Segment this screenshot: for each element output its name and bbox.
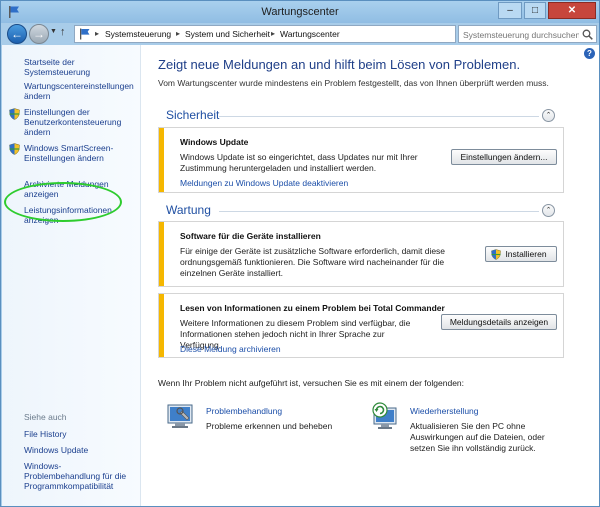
card-total-commander-problem: Lesen von Informationen zu einem Problem…	[158, 293, 564, 358]
install-button-label: Installieren	[505, 249, 547, 259]
sidebar-item-compatibility-troubleshooter[interactable]: Windows-Problembehandlung für die Progra…	[24, 461, 136, 491]
section-maintenance-heading[interactable]: Wartung	[166, 203, 211, 217]
search-box	[458, 25, 597, 43]
forward-arrow-icon[interactable]: →	[29, 24, 49, 44]
uac-shield-icon	[9, 108, 20, 120]
collapse-maintenance-chevron-icon[interactable]: ⌃	[542, 204, 555, 217]
footer-hint: Wenn Ihr Problem nicht aufgeführt ist, v…	[158, 378, 465, 388]
navigation-bar: ← → ▼ ↑ ▸ Systemsteuerung ▸ System und S…	[1, 23, 599, 45]
sidebar-item-smartscreen-settings[interactable]: Windows SmartScreen-Einstellungen ändern	[24, 143, 136, 163]
see-also-heading: Siehe auch	[24, 412, 67, 422]
control-panel-flag-icon	[80, 28, 90, 40]
install-button[interactable]: Installieren	[485, 246, 557, 262]
page-subtitle: Vom Wartungscenter wurde mindestens ein …	[158, 78, 549, 88]
recovery-description: Aktualisieren Sie den PC ohne Auswirkung…	[410, 421, 545, 453]
sidebar-item-windows-update[interactable]: Windows Update	[24, 445, 136, 455]
sidebar-home-link[interactable]: Startseite der Systemsteuerung	[24, 57, 136, 77]
recovery-link[interactable]: Wiederherstellung	[410, 406, 479, 416]
search-icon[interactable]	[582, 29, 593, 40]
section-security-heading[interactable]: Sicherheit	[166, 108, 219, 122]
warning-bar	[159, 294, 164, 357]
sidebar: Startseite der Systemsteuerung Wartungsc…	[2, 45, 141, 506]
highlight-ring	[4, 182, 122, 222]
sidebar-item-uac-settings[interactable]: Einstellungen der Benutzerkontensteuerun…	[24, 107, 136, 137]
search-input[interactable]	[461, 28, 579, 41]
uac-shield-icon	[491, 249, 501, 260]
troubleshooting-description: Probleme erkennen und beheben	[206, 421, 333, 431]
close-button[interactable]: ✕	[548, 2, 596, 19]
help-icon[interactable]: ?	[584, 48, 595, 59]
archive-message-link[interactable]: Diese Meldung archivieren	[180, 344, 281, 354]
back-arrow-icon[interactable]: ←	[7, 24, 27, 44]
maximize-button[interactable]: □	[524, 2, 546, 19]
disable-windows-update-messages-link[interactable]: Meldungen zu Windows Update deaktivieren	[180, 178, 348, 188]
uac-shield-icon	[9, 143, 20, 155]
card-install-device-software: Software für die Geräte installieren Für…	[158, 221, 564, 287]
section-divider	[219, 211, 539, 212]
breadcrumb-separator-icon: ▸	[271, 29, 276, 38]
show-message-details-button[interactable]: Meldungsdetails anzeigen	[441, 314, 557, 330]
card-title: Windows Update	[180, 137, 249, 147]
recovery-icon[interactable]	[371, 402, 401, 432]
breadcrumb-separator-icon: ▸	[95, 29, 100, 38]
recent-pages-dropdown-icon[interactable]: ▼	[50, 28, 57, 35]
breadcrumb-systemsteuerung[interactable]: Systemsteuerung	[105, 29, 171, 39]
window: Wartungscenter – □ ✕ ← → ▼ ↑ ▸ Systemste…	[0, 0, 600, 507]
breadcrumb-system-und-sicherheit[interactable]: System und Sicherheit	[185, 29, 270, 39]
troubleshooting-link[interactable]: Problembehandlung	[206, 406, 282, 416]
warning-bar	[159, 128, 164, 192]
minimize-button[interactable]: –	[498, 2, 522, 19]
up-arrow-icon[interactable]: ↑	[60, 26, 66, 38]
card-windows-update: Windows Update Windows Update ist so ein…	[158, 127, 564, 193]
troubleshooting-icon[interactable]	[165, 402, 195, 432]
main-content: ? Zeigt neue Meldungen an und hilft beim…	[141, 45, 599, 506]
page-title: Zeigt neue Meldungen an und hilft beim L…	[158, 57, 521, 72]
address-bar[interactable]: ▸ Systemsteuerung ▸ System und Sicherhei…	[74, 25, 519, 43]
breadcrumb-wartungscenter[interactable]: Wartungscenter	[280, 29, 340, 39]
warning-bar	[159, 222, 164, 286]
sidebar-item-file-history[interactable]: File History	[24, 429, 136, 439]
change-settings-button[interactable]: Einstellungen ändern...	[451, 149, 557, 165]
collapse-security-chevron-icon[interactable]: ⌃	[542, 109, 555, 122]
card-text: Windows Update ist so eingerichtet, dass…	[180, 152, 418, 173]
sidebar-item-wartungscenter-settings[interactable]: Wartungscentereinstellungen ändern	[24, 81, 136, 101]
card-title: Software für die Geräte installieren	[180, 231, 321, 241]
breadcrumb-separator-icon: ▸	[176, 29, 181, 38]
title-bar[interactable]: Wartungscenter – □ ✕	[1, 1, 599, 23]
card-title: Lesen von Informationen zu einem Problem…	[180, 303, 445, 313]
section-divider	[219, 116, 539, 117]
card-text: Für einige der Geräte ist zusätzliche So…	[180, 246, 446, 278]
